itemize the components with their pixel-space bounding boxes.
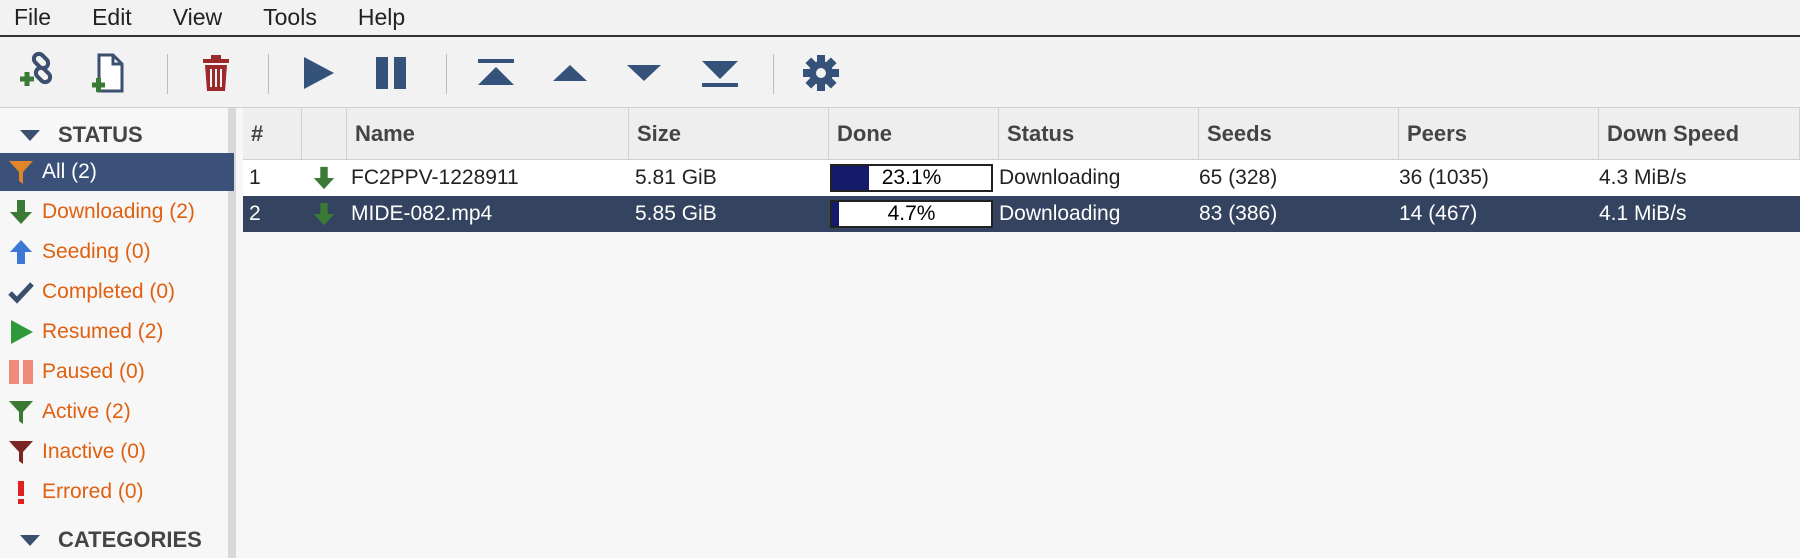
- progress-label: 23.1%: [881, 166, 942, 189]
- sidebar-item-active[interactable]: Active (2): [0, 393, 234, 431]
- settings-button[interactable]: [799, 51, 843, 95]
- pause-button[interactable]: [370, 51, 414, 95]
- torrent-down-speed: 4.1 MiB/s: [1599, 202, 1687, 225]
- chevron-down-icon: [627, 65, 661, 81]
- sidebar-item-all[interactable]: All (2): [0, 153, 234, 191]
- file-add-icon: [92, 53, 124, 93]
- sidebar-item-label: All (2): [42, 160, 97, 183]
- sidebar-item-label: Active (2): [42, 400, 131, 423]
- table-row[interactable]: 1 FC2PPV-1228911 5.81 GiB 23.1% Download…: [243, 160, 1800, 196]
- row-number: 2: [249, 202, 261, 225]
- move-bottom-icon: [702, 61, 738, 87]
- sidebar-item-errored[interactable]: Errored (0): [0, 473, 234, 511]
- add-torrent-file-button[interactable]: [88, 51, 132, 95]
- row-number: 1: [249, 166, 261, 189]
- arrow-down-icon: [0, 195, 42, 229]
- sidebar-item-downloading[interactable]: Downloading (2): [0, 193, 234, 231]
- status-header-label: STATUS: [58, 122, 143, 147]
- torrent-size: 5.81 GiB: [635, 166, 717, 189]
- menu-tools[interactable]: Tools: [263, 4, 317, 31]
- torrent-status: Downloading: [999, 166, 1121, 189]
- table-row[interactable]: 2 MIDE-082.mp4 5.85 GiB 4.7% Downloading…: [243, 196, 1800, 232]
- sidebar-item-label: Errored (0): [42, 480, 144, 503]
- pause-icon: [0, 355, 42, 389]
- categories-header-label: CATEGORIES: [58, 527, 202, 552]
- torrent-peers: 14 (467): [1399, 202, 1478, 225]
- play-icon: [0, 315, 42, 349]
- status-section-header[interactable]: STATUS: [0, 119, 228, 151]
- downloading-arrow-icon: [305, 196, 337, 232]
- column-header-peers[interactable]: Peers: [1399, 108, 1599, 160]
- torrent-down-speed: 4.3 MiB/s: [1599, 166, 1687, 189]
- move-bottom-button[interactable]: [698, 51, 742, 95]
- gear-icon: [803, 55, 839, 91]
- menu-file[interactable]: File: [14, 4, 51, 31]
- sidebar-item-label: Downloading (2): [42, 200, 195, 223]
- exclamation-icon: [0, 475, 42, 509]
- torrent-peers: 36 (1035): [1399, 166, 1489, 189]
- sidebar-item-label: Inactive (0): [42, 440, 146, 463]
- column-header-size[interactable]: Size: [629, 108, 829, 160]
- table-header: # Name Size Done Status Seeds Peers Down…: [243, 108, 1800, 160]
- menu-help[interactable]: Help: [358, 4, 405, 31]
- sidebar-item-label: Seeding (0): [42, 240, 151, 263]
- resume-button[interactable]: [296, 51, 340, 95]
- menu-view[interactable]: View: [173, 4, 222, 31]
- progress-bar: 23.1%: [830, 164, 993, 192]
- sidebar-item-label: Resumed (2): [42, 320, 164, 343]
- chevron-up-icon: [553, 65, 587, 81]
- column-header-name[interactable]: Name: [347, 108, 629, 160]
- sidebar-item-label: Paused (0): [42, 360, 145, 383]
- sidebar-item-completed[interactable]: Completed (0): [0, 273, 234, 311]
- add-torrent-url-button[interactable]: [16, 51, 60, 95]
- trash-icon: [203, 55, 229, 91]
- torrent-seeds: 65 (328): [1199, 166, 1278, 189]
- toolbar-separator: [167, 54, 168, 94]
- move-up-button[interactable]: [548, 51, 592, 95]
- sidebar-item-resumed[interactable]: Resumed (2): [0, 313, 234, 351]
- sidebar-item-paused[interactable]: Paused (0): [0, 353, 234, 391]
- column-header-state[interactable]: [302, 108, 347, 160]
- collapse-triangle-icon: [20, 129, 40, 141]
- filter-icon: [0, 435, 42, 469]
- play-icon: [304, 57, 334, 89]
- check-icon: [0, 275, 42, 309]
- toolbar: [0, 37, 1800, 108]
- sidebar-item-label: Completed (0): [42, 280, 176, 303]
- filter-icon: [0, 155, 42, 189]
- move-top-button[interactable]: [474, 51, 518, 95]
- sidebar-item-inactive[interactable]: Inactive (0): [0, 433, 234, 471]
- column-header-down-speed[interactable]: Down Speed: [1599, 108, 1800, 160]
- downloading-arrow-icon: [305, 160, 337, 196]
- toolbar-separator: [773, 54, 774, 94]
- torrent-table: # Name Size Done Status Seeds Peers Down…: [243, 108, 1800, 558]
- sidebar: STATUS All (2) Downloading (2) Seeding (…: [0, 108, 236, 558]
- collapse-triangle-icon: [20, 534, 40, 546]
- column-header-status[interactable]: Status: [999, 108, 1199, 160]
- torrent-name: MIDE-082.mp4: [351, 202, 493, 225]
- delete-button[interactable]: [194, 51, 238, 95]
- column-header-seeds[interactable]: Seeds: [1199, 108, 1399, 160]
- move-down-button[interactable]: [622, 51, 666, 95]
- sidebar-item-seeding[interactable]: Seeding (0): [0, 233, 234, 271]
- progress-bar: 4.7%: [830, 200, 993, 228]
- menu-bar: File Edit View Tools Help: [0, 0, 1800, 37]
- torrent-name: FC2PPV-1228911: [351, 166, 519, 189]
- torrent-size: 5.85 GiB: [635, 202, 717, 225]
- progress-label: 4.7%: [887, 202, 936, 225]
- toolbar-separator: [268, 54, 269, 94]
- column-header-done[interactable]: Done: [829, 108, 999, 160]
- move-top-icon: [478, 59, 514, 85]
- arrow-up-icon: [0, 235, 42, 269]
- filter-icon: [0, 395, 42, 429]
- toolbar-separator: [446, 54, 447, 94]
- link-add-icon: [20, 51, 53, 86]
- categories-section-header[interactable]: CATEGORIES: [0, 524, 228, 556]
- column-header-number[interactable]: #: [243, 108, 302, 160]
- torrent-seeds: 83 (386): [1199, 202, 1278, 225]
- menu-edit[interactable]: Edit: [92, 4, 132, 31]
- pause-icon: [376, 57, 406, 89]
- torrent-status: Downloading: [999, 202, 1121, 225]
